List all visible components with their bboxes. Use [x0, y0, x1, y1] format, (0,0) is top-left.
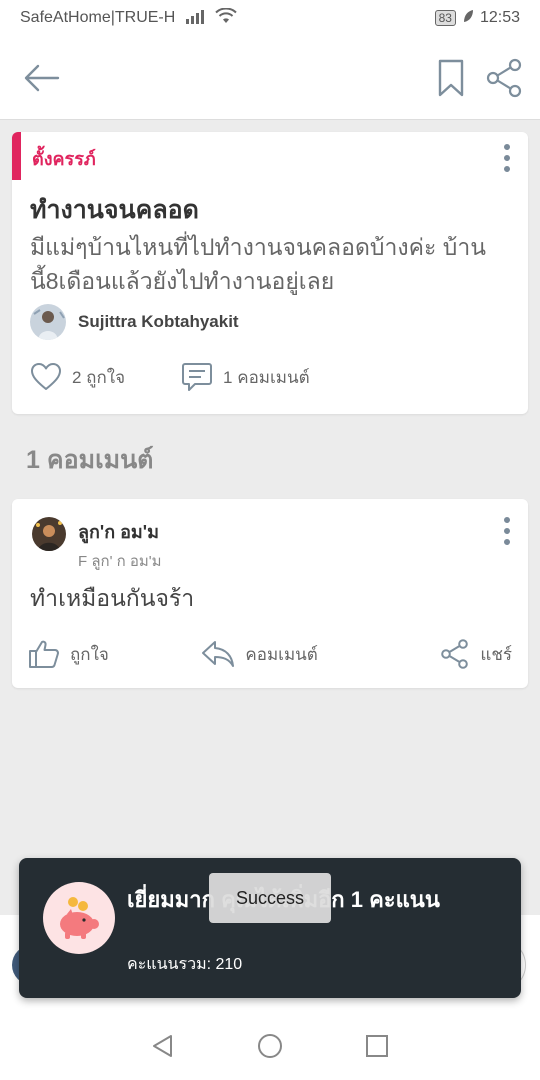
comment-reply-label: คอมเมนต์ [245, 644, 318, 664]
circle-home-icon [257, 1034, 282, 1058]
like-count: 2 ถูกใจ [72, 367, 126, 387]
reply-icon [202, 641, 235, 667]
author-name[interactable]: Sujittra Kobtahyakit [78, 312, 239, 332]
carrier-name: SafeAtHome|TRUE-H [20, 9, 176, 26]
more-dot-icon [504, 517, 510, 523]
nav-home-button[interactable] [257, 1033, 283, 1064]
comment-actions: ถูกใจ คอมเมนต์ แชร์ [28, 639, 512, 669]
success-snackbar: Success [209, 873, 331, 923]
comment-like-button[interactable]: ถูกใจ [28, 639, 109, 669]
author-avatar[interactable] [30, 304, 66, 340]
comment-like-label: ถูกใจ [70, 644, 109, 664]
comment-share-button[interactable]: แชร์ [440, 639, 512, 669]
signal-icon [185, 8, 205, 29]
more-dot-icon [504, 539, 510, 545]
more-dot-icon [504, 528, 510, 534]
triangle-back-icon [153, 1035, 173, 1057]
commenter-avatar[interactable] [32, 517, 66, 551]
tag-accent-bar [12, 132, 21, 180]
toast-total-points: คะแนนรวม: 210 [127, 956, 243, 973]
more-dot-icon [504, 166, 510, 172]
post-more-button[interactable] [500, 144, 514, 172]
share-icon [486, 58, 522, 98]
app-bar [0, 36, 540, 120]
leaf-icon [462, 9, 474, 28]
nav-recents-button[interactable] [364, 1033, 390, 1064]
share-button[interactable] [484, 58, 524, 98]
comments-heading: 1 คอมเมนต์ [26, 446, 154, 474]
back-arrow-icon [24, 64, 60, 92]
battery-icon: 83 [434, 10, 456, 26]
comment-count: 1 คอมเมนต์ [223, 367, 310, 387]
nav-back-button[interactable] [150, 1033, 176, 1064]
square-recents-icon [365, 1035, 388, 1057]
post-category-tag[interactable]: ตั้งครรภ์ [32, 144, 96, 173]
comment-button[interactable]: 1 คอมเมนต์ [181, 362, 310, 392]
comment-reply-button[interactable]: คอมเมนต์ [201, 639, 318, 669]
comment-card: ลูก'ก อม'ม F ลูก' ก อม'ม ทำเหมือนกันจร้า… [12, 499, 528, 688]
heart-icon [31, 363, 61, 390]
comment-more-button[interactable] [500, 517, 514, 545]
bookmark-icon [438, 59, 464, 97]
comment-author[interactable]: ลูก'ก อม'ม F ลูก' ก อม'ม [32, 517, 162, 573]
commenter-name[interactable]: ลูก'ก อม'ม [78, 517, 162, 546]
back-button[interactable] [22, 58, 62, 98]
system-nav-bar [0, 1017, 540, 1080]
like-button[interactable]: 2 ถูกใจ [30, 362, 125, 392]
more-dot-icon [504, 144, 510, 150]
comment-share-label: แชร์ [480, 644, 512, 664]
status-bar: SafeAtHome|TRUE-H 83 12:53 [0, 0, 540, 36]
more-dot-icon [504, 155, 510, 161]
thumbs-up-icon [29, 640, 59, 668]
comment-bubble-icon [182, 363, 213, 391]
clock-time: 12:53 [479, 9, 520, 26]
post-card: ตั้งครรภ์ ทำงานจนคลอด มีแม่ๆบ้านไหนที่ไป… [12, 132, 528, 414]
share-icon [441, 639, 469, 669]
post-title: ทำงานจนคลอด [30, 196, 199, 224]
bookmark-button[interactable] [436, 58, 466, 98]
post-author[interactable]: Sujittra Kobtahyakit [30, 304, 239, 340]
post-reactions: 2 ถูกใจ 1 คอมเมนต์ [30, 362, 310, 392]
comment-text: ทำเหมือนกันจร้า [30, 585, 195, 611]
commenter-subname: F ลูก' ก อม'ม [78, 553, 162, 570]
piggy-bank-icon [43, 882, 115, 954]
post-body: มีแม่ๆบ้านไหนที่ไปทำงานจนคลอดบ้างค่ะ บ้า… [30, 234, 487, 294]
wifi-icon [215, 7, 238, 29]
